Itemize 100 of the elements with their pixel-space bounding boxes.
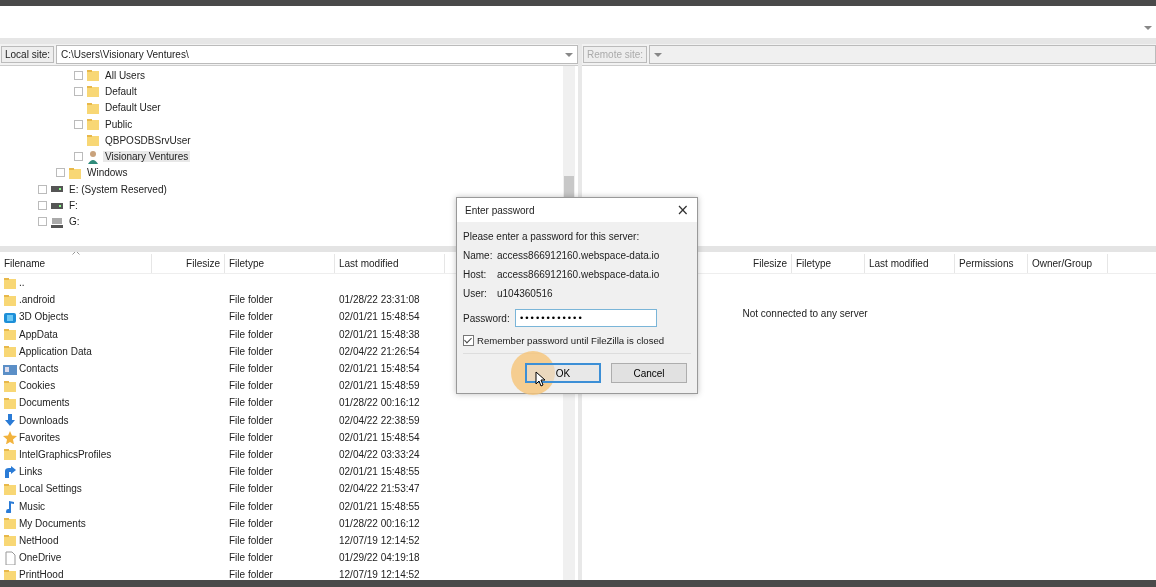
file-name[interactable]: Local Settings xyxy=(19,483,82,495)
ok-button[interactable]: OK xyxy=(525,363,601,383)
column-header[interactable]: Owner/Group xyxy=(1028,254,1108,273)
file-type: File folder xyxy=(229,311,273,323)
local-site-field[interactable]: C:\Users\Visionary Ventures\ xyxy=(56,45,578,64)
drive-icon xyxy=(50,185,64,194)
music-note-icon xyxy=(3,499,17,514)
expand-icon[interactable] xyxy=(38,184,47,194)
folder-icon xyxy=(86,133,100,148)
local-site-label: Local site: xyxy=(1,46,55,63)
folder-icon xyxy=(3,481,17,496)
folder-icon xyxy=(3,447,17,462)
modified-date: 01/28/22 00:16:12 xyxy=(339,517,420,529)
expand-icon[interactable] xyxy=(74,86,83,96)
file-type: File folder xyxy=(229,380,273,392)
tree-item[interactable]: Public xyxy=(103,118,135,130)
folder-icon xyxy=(68,165,82,180)
file-name[interactable]: OneDrive xyxy=(19,552,62,564)
folder-icon xyxy=(86,117,100,132)
expand-icon[interactable] xyxy=(74,119,83,129)
modified-date: 02/04/22 22:38:59 xyxy=(339,414,420,426)
tree-item[interactable]: G: xyxy=(67,216,82,228)
file-name[interactable]: IntelGraphicsProfiles xyxy=(19,448,112,460)
modified-date: 02/04/22 21:26:54 xyxy=(339,345,420,357)
column-header[interactable]: Filetype xyxy=(792,254,865,273)
cancel-button[interactable]: Cancel xyxy=(611,363,687,383)
modified-date: 02/01/21 15:48:38 xyxy=(339,328,420,340)
column-header[interactable]: Filetype xyxy=(225,254,335,273)
file-name[interactable]: My Documents xyxy=(19,517,86,529)
remote-site-label: Remote site: xyxy=(583,46,648,63)
folder-icon xyxy=(86,84,100,99)
tree-item[interactable]: Visionary Ventures xyxy=(103,151,191,163)
dropdown-caret-icon[interactable] xyxy=(565,52,573,57)
close-button[interactable]: × xyxy=(668,201,697,219)
modified-date: 01/28/22 00:16:12 xyxy=(339,397,420,409)
field-value: u104360516 xyxy=(497,288,553,299)
file-type: File folder xyxy=(229,552,273,564)
file-name[interactable]: NetHood xyxy=(19,534,59,546)
password-field[interactable]: •••••••••••• xyxy=(515,309,657,327)
checkbox[interactable] xyxy=(463,335,474,346)
tree-item[interactable]: E: (System Reserved) xyxy=(67,183,169,195)
file-name[interactable]: Favorites xyxy=(19,431,61,443)
file-type: File folder xyxy=(229,294,273,306)
remote-site-field[interactable] xyxy=(649,45,1156,64)
file-name[interactable]: .android xyxy=(19,294,56,306)
password-label: Password: xyxy=(463,312,511,324)
expand-icon[interactable] xyxy=(38,217,47,227)
column-header[interactable]: Permissions xyxy=(955,254,1028,273)
dropdown-caret-icon[interactable] xyxy=(654,52,663,57)
expand-icon[interactable] xyxy=(38,201,47,210)
expand-icon[interactable] xyxy=(56,168,65,178)
file-name[interactable]: PrintHood xyxy=(19,569,64,580)
file-type: File folder xyxy=(229,431,273,443)
file-type: File folder xyxy=(229,500,273,512)
field-label: Name: xyxy=(463,250,494,261)
modified-date: 02/01/21 15:48:55 xyxy=(339,500,420,512)
modified-date: 02/04/22 03:33:24 xyxy=(339,448,420,460)
link-arrow-icon xyxy=(3,464,17,479)
folder-icon xyxy=(3,395,17,410)
file-type: File folder xyxy=(229,466,273,478)
file-type: File folder xyxy=(229,328,273,340)
column-header[interactable]: Filesize xyxy=(742,254,792,273)
dropdown-caret-icon[interactable] xyxy=(1144,26,1152,30)
tree-item[interactable]: Default xyxy=(103,85,139,97)
dialog-title: Enter password xyxy=(465,204,535,216)
file-name[interactable]: Cookies xyxy=(19,380,56,392)
tree-item[interactable]: F: xyxy=(67,200,80,211)
folder-icon xyxy=(3,327,17,342)
modified-date: 02/01/21 15:48:59 xyxy=(339,380,420,392)
file-name[interactable]: Music xyxy=(19,500,46,512)
tree-item[interactable]: QBPOSDBSrvUser xyxy=(103,134,193,146)
column-header[interactable]: Filesize xyxy=(152,254,225,273)
expand-icon[interactable] xyxy=(74,152,83,162)
file-name[interactable]: Documents xyxy=(19,397,70,409)
folder-icon xyxy=(3,378,17,393)
file-name[interactable]: .. xyxy=(19,277,25,289)
column-header[interactable]: Filename xyxy=(0,254,152,273)
tree-item[interactable]: Windows xyxy=(85,167,130,179)
tree-item[interactable]: All Users xyxy=(103,69,147,81)
folder-icon xyxy=(3,567,17,580)
column-header[interactable]: Last modified xyxy=(865,254,955,273)
folder-icon xyxy=(3,275,17,290)
file-type: File folder xyxy=(229,483,273,495)
folder-icon xyxy=(3,292,17,307)
file-name[interactable]: Links xyxy=(19,466,43,478)
checkbox-label: Remember password until FileZilla is closed xyxy=(477,335,665,346)
field-value: access866912160.webspace-data.io xyxy=(497,269,660,280)
folder-icon xyxy=(3,516,17,531)
file-name[interactable]: Contacts xyxy=(19,363,59,375)
dialog-message: Please enter a password for this server: xyxy=(463,230,641,244)
file-name[interactable]: 3D Objects xyxy=(19,311,69,323)
file-type: File folder xyxy=(229,397,273,409)
expand-icon[interactable] xyxy=(74,70,83,80)
file-name[interactable]: Application Data xyxy=(19,345,92,357)
folder-icon xyxy=(86,100,100,115)
folder-icon xyxy=(3,533,17,548)
file-name[interactable]: Downloads xyxy=(19,414,69,426)
file-name[interactable]: AppData xyxy=(19,328,58,340)
tree-item[interactable]: Default User xyxy=(103,102,163,114)
column-header[interactable]: Last modified xyxy=(335,254,445,273)
